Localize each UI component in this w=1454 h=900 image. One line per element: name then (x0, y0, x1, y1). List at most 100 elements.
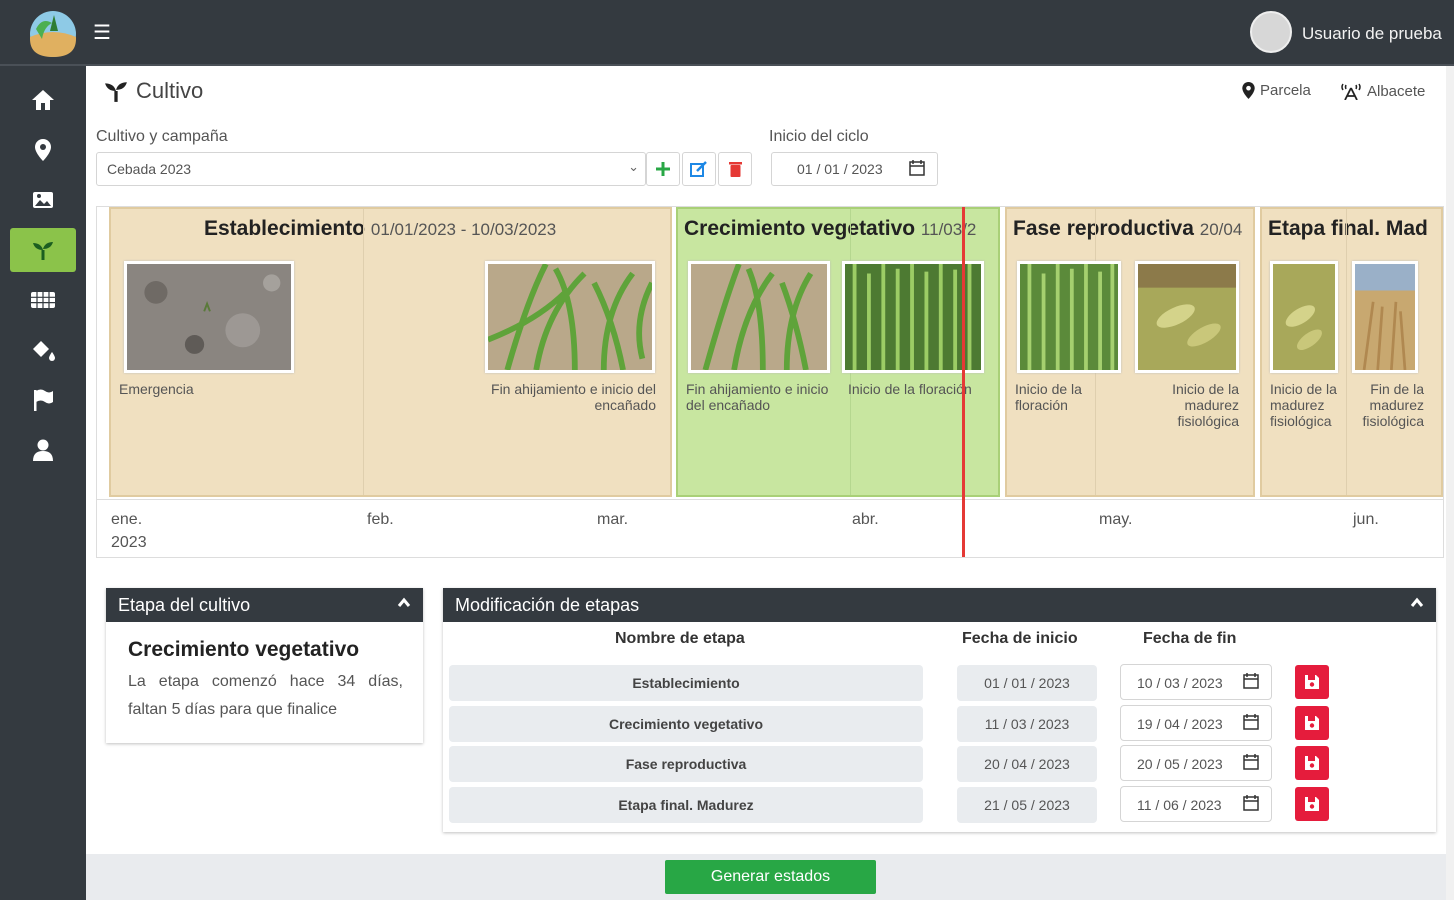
cycle-start-label: Inicio del ciclo (769, 128, 869, 145)
grid-icon[interactable] (10, 278, 76, 322)
stage-etapa-final[interactable]: Etapa final. Mad Inicio de la madurez fi… (1260, 207, 1443, 497)
stage-end-input[interactable]: 19 / 04 / 2023 (1120, 705, 1272, 741)
flag-icon[interactable] (10, 378, 76, 422)
etapa-cultivo-card: Etapa del cultivo Crecimiento vegetativo… (106, 588, 423, 743)
edit-crop-button[interactable] (682, 152, 716, 186)
stage-end-input[interactable]: 10 / 03 / 2023 (1120, 664, 1272, 700)
stage-start-field: 20 / 04 / 2023 (957, 746, 1097, 782)
col-header-end: Fecha de fin (1143, 630, 1237, 647)
save-stage-button[interactable] (1295, 787, 1329, 821)
photo-fin-ahijamiento[interactable] (485, 261, 655, 373)
save-stage-button[interactable] (1295, 746, 1329, 780)
photo-inicio-madurez[interactable] (1270, 261, 1338, 373)
caption: Emergencia (119, 381, 194, 397)
photo-fin-madurez[interactable] (1352, 261, 1418, 373)
page-title-text: Cultivo (136, 78, 204, 103)
axis-month-label: abr. (852, 511, 879, 528)
delete-crop-button[interactable] (718, 152, 752, 186)
stage-dates: 01/01/2023 - 10/03/2023 (370, 220, 557, 239)
map-marker-icon[interactable] (10, 128, 76, 172)
stage-dates: 20/04 (1199, 220, 1243, 239)
map-marker-icon (1242, 82, 1255, 99)
stage-crecimiento-vegetativo[interactable]: Crecimiento vegetativo 11/03/2 Fin ahija… (676, 207, 1000, 497)
calendar-icon[interactable] (1243, 795, 1259, 811)
card-header[interactable]: Modificación de etapas (443, 588, 1436, 622)
stage-start-field: 11 / 03 / 2023 (957, 706, 1097, 742)
current-stage-description: La etapa comenzó hace 34 días, faltan 5 … (128, 673, 403, 718)
stage-name-field: Fase reproductiva (449, 746, 923, 782)
weather-station-icon (1341, 83, 1361, 100)
stage-name: Etapa final. Mad (1268, 217, 1428, 240)
stage-end-value: 19 / 04 / 2023 (1137, 716, 1223, 732)
stage-name-field: Establecimiento (449, 665, 923, 701)
stage-establecimiento[interactable]: Establecimiento 01/01/2023 - 10/03/2023 … (109, 207, 672, 497)
save-stage-button[interactable] (1295, 706, 1329, 740)
axis-month-label: mar. (597, 511, 629, 528)
col-header-name: Nombre de etapa (615, 630, 745, 647)
timeline-axis: ene. 2023 feb. mar. abr. may. jun. (97, 499, 1443, 557)
photo-emergencia[interactable] (124, 261, 294, 373)
save-icon (1305, 675, 1319, 689)
stage-name-field: Etapa final. Madurez (449, 787, 923, 823)
fill-drip-icon[interactable] (10, 328, 76, 372)
crop-timeline[interactable]: Establecimiento 01/01/2023 - 10/03/2023 … (96, 206, 1444, 558)
crop-select-value: Cebada 2023 (107, 161, 192, 177)
crop-label: Cultivo y campaña (96, 128, 228, 145)
month-gridline (1346, 209, 1347, 495)
stage-end-value: 20 / 05 / 2023 (1137, 756, 1223, 772)
crop-select[interactable]: Cebada 2023 ⌄ (96, 152, 646, 186)
top-navbar: ☰ Usuario de prueba (0, 0, 1454, 66)
parcela-label: Parcela (1260, 82, 1311, 99)
user-name[interactable]: Usuario de prueba (1302, 24, 1442, 44)
caption: Fin ahijamiento e inicio del encañado (686, 381, 829, 413)
caption: Inicio de la floración (1015, 381, 1082, 413)
calendar-icon[interactable] (909, 160, 925, 176)
calendar-icon[interactable] (1243, 714, 1259, 730)
generate-states-button[interactable]: Generar estados (665, 860, 876, 894)
photo-fin-ahijamiento[interactable] (688, 261, 830, 373)
stage-fase-reproductiva[interactable]: Fase reproductiva 20/04 Inicio de la flo… (1005, 207, 1255, 497)
caption: Fin ahijamiento e inicio del encañado (491, 381, 656, 413)
modificacion-etapas-card: Modificación de etapas Nombre de etapa F… (443, 588, 1436, 832)
home-icon[interactable] (10, 78, 76, 122)
stage-start-field: 01 / 01 / 2023 (957, 665, 1097, 701)
location-link[interactable]: Albacete (1340, 82, 1425, 100)
calendar-icon[interactable] (1243, 754, 1259, 770)
stage-end-input[interactable]: 11 / 06 / 2023 (1120, 786, 1272, 822)
photo-inicio-floracion[interactable] (1017, 261, 1121, 373)
chevron-down-icon: ⌄ (628, 159, 639, 174)
trash-icon (728, 162, 742, 177)
user-avatar[interactable] (1250, 11, 1292, 53)
caption: Inicio de la floración (848, 381, 972, 397)
calendar-icon[interactable] (1243, 673, 1259, 689)
stage-name: Fase reproductiva (1013, 217, 1194, 240)
add-crop-button[interactable] (646, 152, 680, 186)
card-header[interactable]: Etapa del cultivo (106, 588, 423, 622)
stage-title: Fase reproductiva 20/04 (1013, 217, 1253, 241)
edit-icon (690, 161, 707, 177)
caption: Inicio de la madurez fisiológica (1270, 381, 1337, 429)
stage-end-input[interactable]: 20 / 05 / 2023 (1120, 745, 1272, 781)
timeline-canvas: Establecimiento 01/01/2023 - 10/03/2023 … (97, 207, 1443, 557)
plus-icon (656, 162, 670, 176)
parcela-link[interactable]: Parcela (1242, 82, 1311, 99)
user-icon[interactable] (10, 428, 76, 472)
photo-inicio-madurez[interactable] (1135, 261, 1239, 373)
seedling-icon[interactable] (10, 228, 76, 272)
month-gridline (363, 209, 364, 495)
save-stage-button[interactable] (1295, 665, 1329, 699)
image-icon[interactable] (10, 178, 76, 222)
app-logo[interactable] (28, 9, 78, 59)
location-label: Albacete (1367, 82, 1426, 100)
axis-year-label: 2023 (111, 534, 147, 551)
cycle-start-value: 01 / 01 / 2023 (797, 161, 883, 177)
caption: Fin de la madurez fisiológica (1362, 381, 1424, 429)
cycle-start-input[interactable]: 01 / 01 / 2023 (771, 152, 938, 186)
scrollbar[interactable] (1446, 66, 1454, 900)
chevron-up-icon[interactable] (1410, 596, 1424, 610)
menu-toggle-icon[interactable]: ☰ (93, 22, 115, 44)
stage-title: Crecimiento vegetativo 11/03/2 (684, 217, 998, 241)
chevron-up-icon[interactable] (397, 596, 411, 610)
card-title: Modificación de etapas (455, 595, 640, 615)
caption: Inicio de la madurez fisiológica (1172, 381, 1239, 429)
